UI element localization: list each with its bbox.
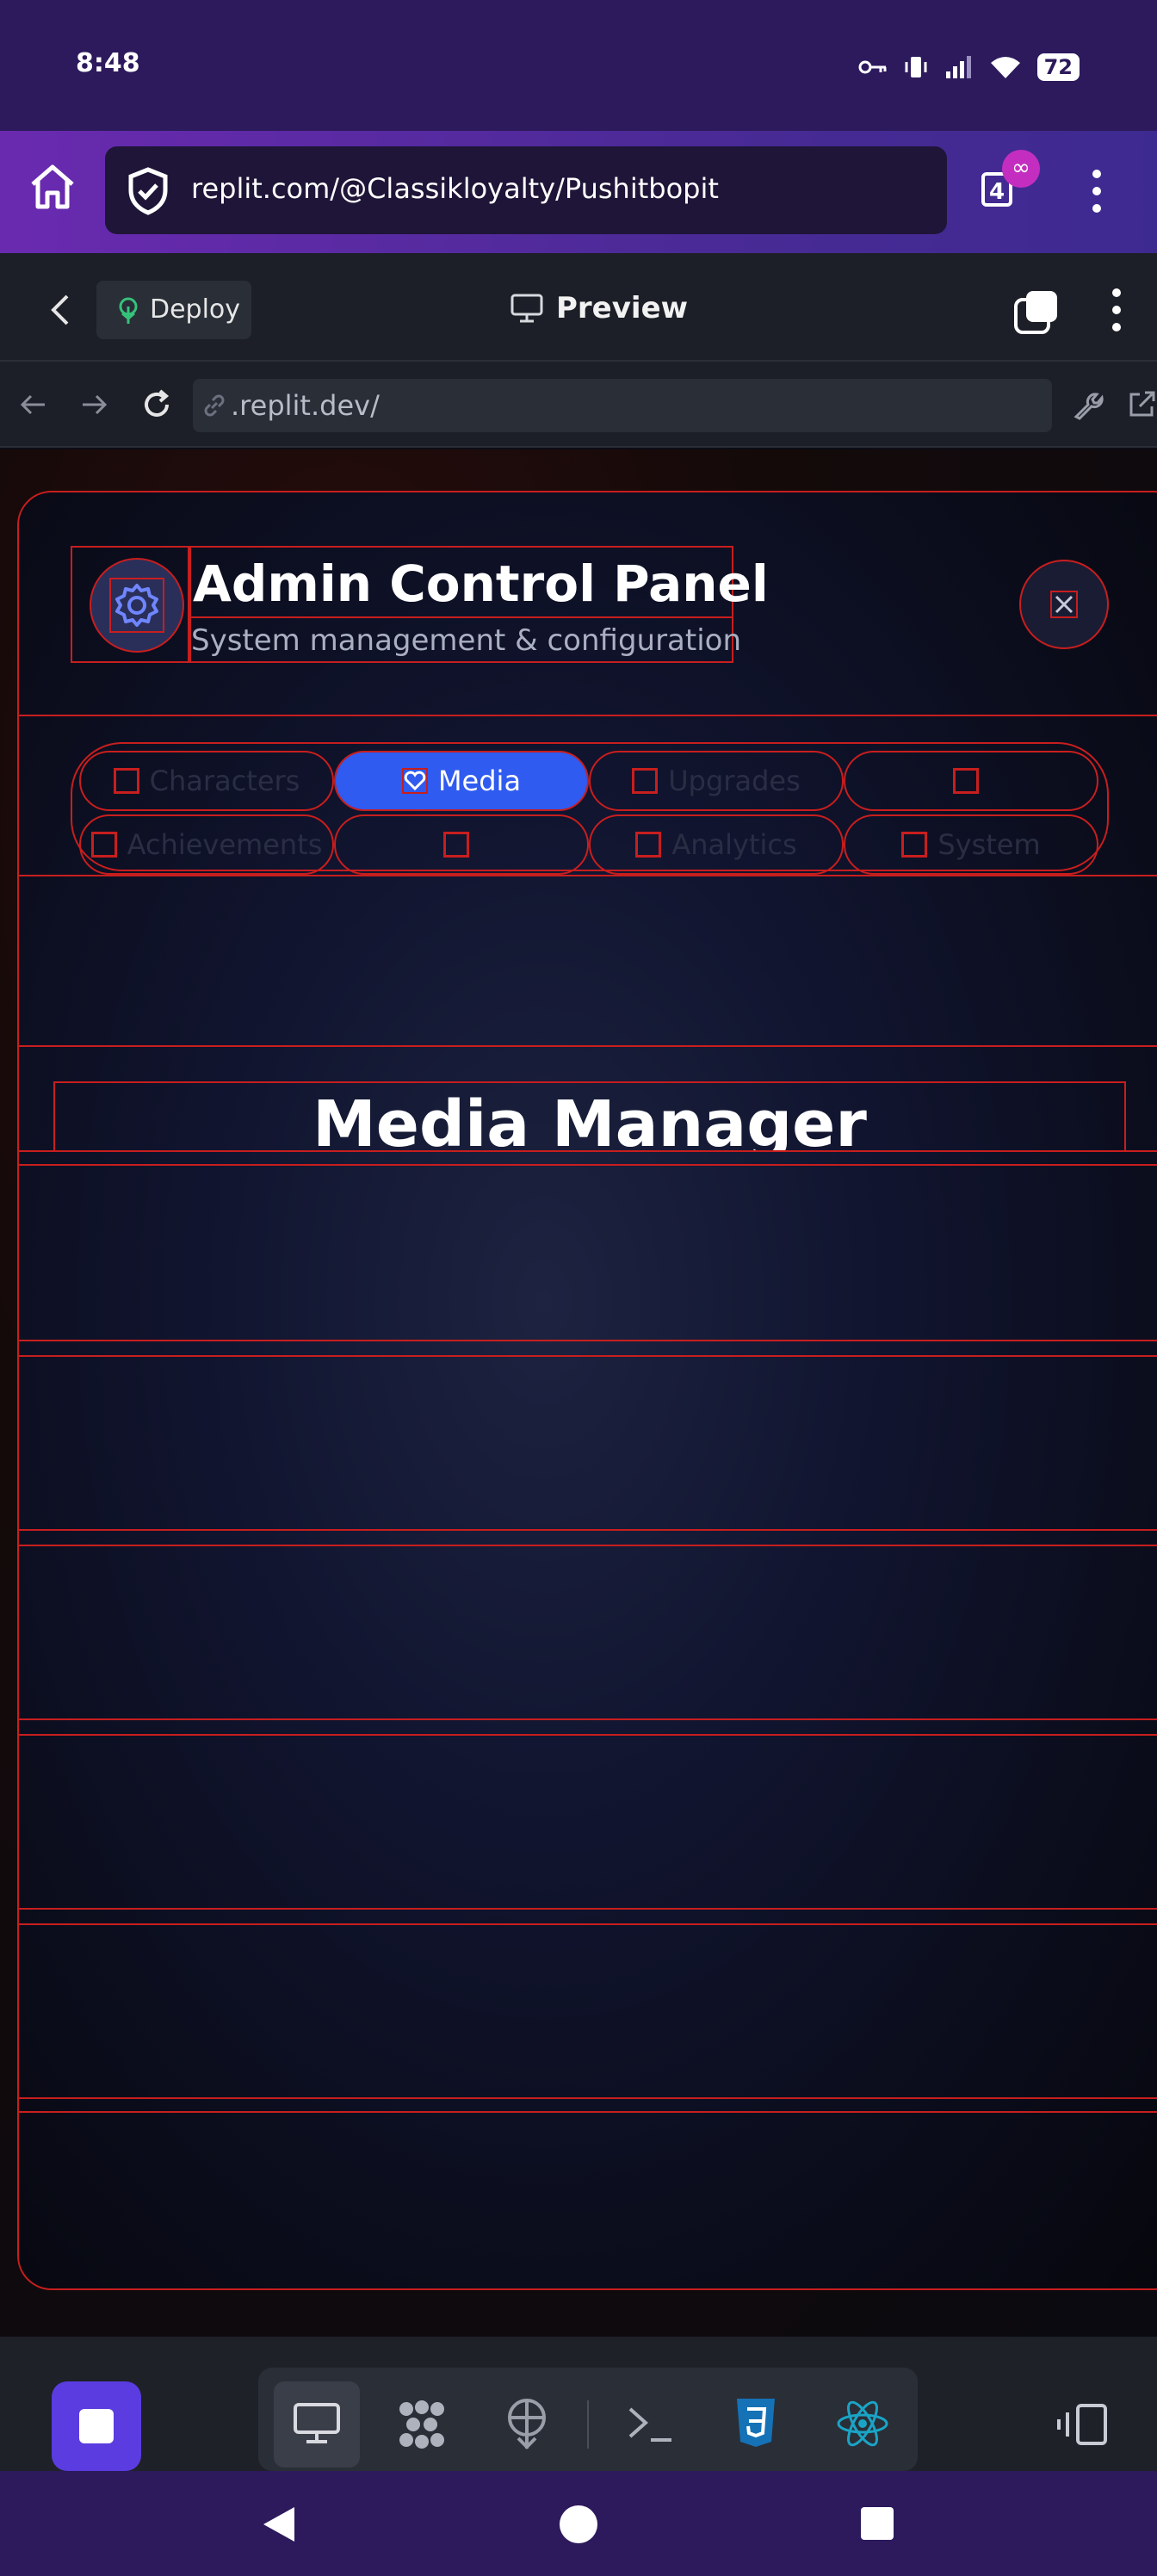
- stop-icon[interactable]: [79, 2409, 114, 2443]
- tab-system-icon: [901, 832, 928, 858]
- deploy-icon: [115, 296, 141, 325]
- arrow-left-icon[interactable]: [17, 389, 48, 420]
- tab-analytics[interactable]: Analytics: [589, 814, 844, 875]
- home-circle-icon[interactable]: [560, 2505, 597, 2543]
- preview-title: Preview: [556, 291, 689, 325]
- status-time: 8:48: [76, 48, 140, 78]
- panel-toggle-icon[interactable]: [1054, 2400, 1109, 2449]
- monitor-icon: [510, 293, 544, 324]
- tab-label: Upgrades: [668, 765, 801, 797]
- close-icon[interactable]: [1050, 591, 1078, 618]
- heart-icon: [401, 768, 428, 794]
- divider: [17, 715, 1157, 716]
- divider: [17, 1045, 1157, 1047]
- content-row-divider: [17, 2111, 1157, 2113]
- content-row-divider: [17, 1923, 1157, 1925]
- url-text[interactable]: replit.com/@Classikloyalty/Pushitbopit: [191, 172, 719, 205]
- battery-indicator: 72: [1036, 53, 1080, 81]
- tab-icon: [953, 768, 979, 794]
- tab-characters-icon: [113, 768, 139, 794]
- deploy-tool-icon[interactable]: [503, 2397, 551, 2452]
- arrow-right-icon[interactable]: [79, 389, 110, 420]
- content-row-divider: [17, 1529, 1157, 1531]
- divider: [17, 875, 1157, 876]
- tab-upgrades-icon: [632, 768, 659, 794]
- reload-icon[interactable]: [139, 387, 174, 422]
- wifi-icon: [989, 54, 1022, 80]
- tab-item[interactable]: [844, 751, 1098, 811]
- gear-icon: [108, 577, 165, 634]
- tab-label: Media: [437, 765, 522, 797]
- deploy-label[interactable]: Deploy: [150, 294, 240, 325]
- signal-icon: [944, 54, 974, 80]
- terminal-icon[interactable]: [627, 2404, 675, 2445]
- page-subtitle: System management & configuration: [189, 616, 741, 663]
- monitor-icon[interactable]: [293, 2402, 341, 2445]
- tools-separator: [587, 2400, 589, 2449]
- section-title: Media Manager: [312, 1087, 867, 1152]
- content-row-divider: [17, 1164, 1157, 1166]
- react-icon[interactable]: [835, 2399, 890, 2449]
- content-row-divider: [17, 1734, 1157, 1736]
- link-icon: [201, 393, 227, 418]
- content-row-divider: [17, 1545, 1157, 1546]
- content-row-divider: [17, 1355, 1157, 1357]
- recents-square-icon[interactable]: [861, 2507, 894, 2540]
- tabs-icon[interactable]: [1012, 288, 1061, 336]
- chevron-left-icon[interactable]: [50, 293, 71, 327]
- vibrate-icon: [903, 54, 929, 80]
- tab-label: Analytics: [671, 828, 797, 861]
- css-icon[interactable]: [733, 2397, 778, 2450]
- wrench-icon[interactable]: [1071, 389, 1104, 422]
- more-vert-icon[interactable]: [1090, 169, 1104, 214]
- tab-icon: [443, 832, 469, 858]
- tab-analytics-icon: [635, 832, 662, 858]
- status-icons: 72: [858, 48, 1080, 86]
- open-external-icon[interactable]: [1126, 389, 1157, 420]
- more-vert-icon[interactable]: [1111, 288, 1123, 332]
- tab-badge: ∞: [1002, 150, 1040, 188]
- tab-system[interactable]: System: [844, 814, 1098, 875]
- page-title: Admin Control Panel: [189, 546, 769, 618]
- home-icon[interactable]: [26, 160, 79, 214]
- tab-achievements[interactable]: Achievements: [79, 814, 334, 875]
- tab-upgrades[interactable]: Upgrades: [589, 751, 844, 811]
- tab-label: System: [937, 828, 1041, 861]
- content-row-divider: [17, 1150, 1157, 1152]
- key-icon: [858, 59, 888, 76]
- address-text[interactable]: .replit.dev/: [231, 389, 380, 422]
- content-row-divider: [17, 1718, 1157, 1720]
- tab-achievements-icon: [90, 832, 117, 858]
- back-triangle-icon[interactable]: [258, 2504, 298, 2545]
- tab-label: Achievements: [127, 828, 323, 861]
- shield-check-icon: [126, 166, 170, 216]
- tab-label: Characters: [149, 765, 300, 797]
- content-row-divider: [17, 1908, 1157, 1910]
- content-row-divider: [17, 1340, 1157, 1341]
- tab-media[interactable]: Media: [334, 751, 589, 811]
- content-row-divider: [17, 2097, 1157, 2099]
- shell-extensions-icon[interactable]: [396, 2399, 448, 2450]
- tab-item[interactable]: [334, 814, 589, 875]
- tab-characters[interactable]: Characters: [79, 751, 334, 811]
